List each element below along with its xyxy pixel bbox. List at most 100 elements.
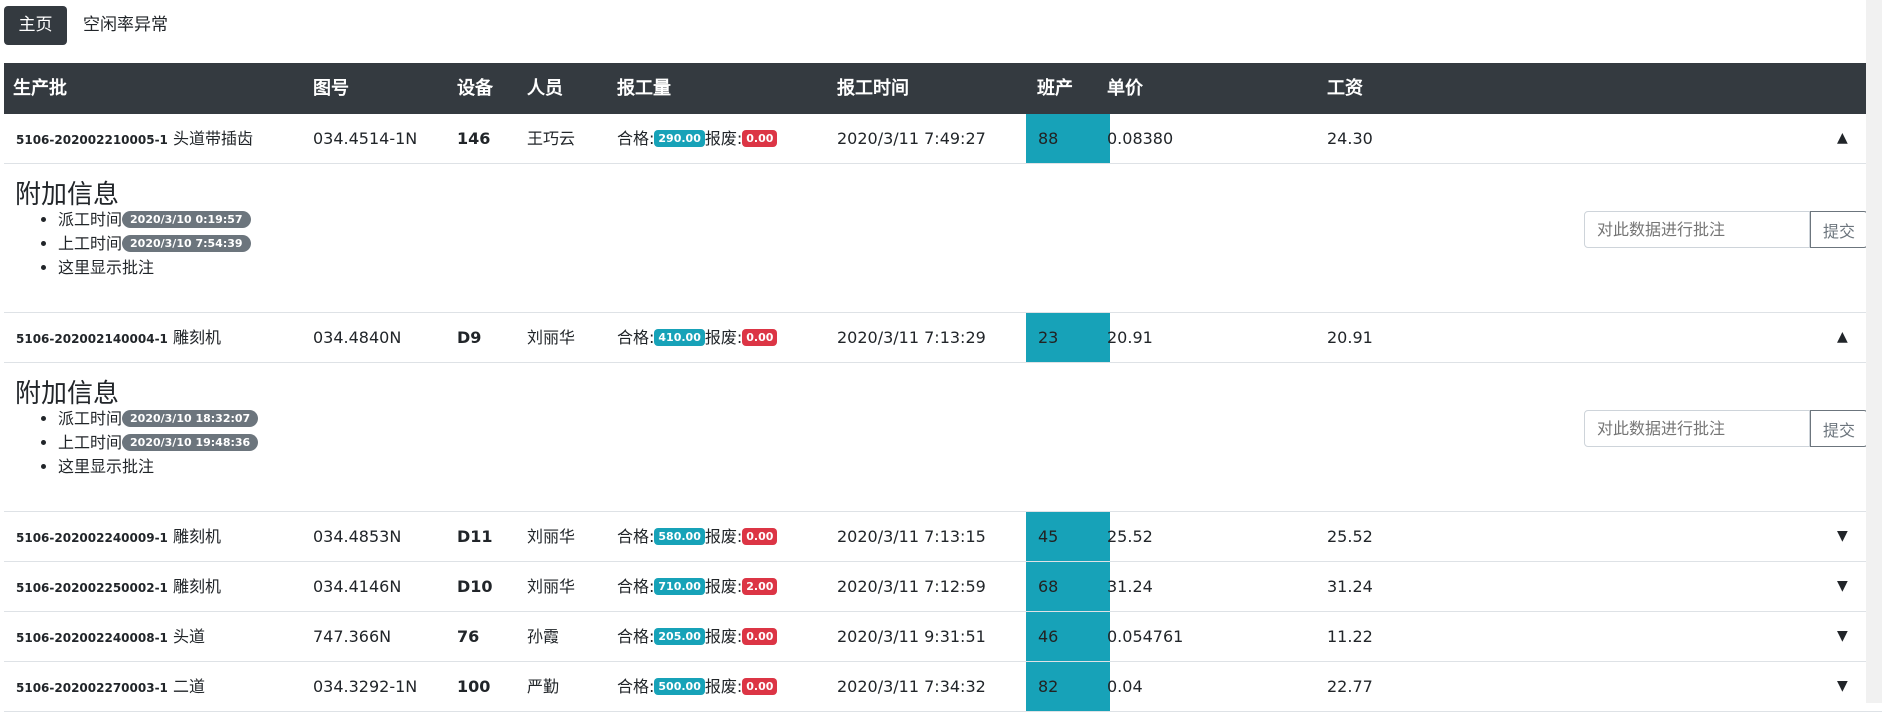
dispatch-time-item: 派工时间2020/3/10 0:19:57 bbox=[58, 208, 251, 232]
time-cell: 2020/3/11 7:34:32 bbox=[837, 677, 986, 696]
qualified-label: 合格: bbox=[617, 527, 655, 546]
nav-home-tab[interactable]: 主页 bbox=[4, 6, 67, 45]
drawing-cell: 034.3292-1N bbox=[313, 677, 418, 696]
start-time-badge: 2020/3/10 7:54:39 bbox=[122, 235, 251, 252]
header-device: 设备 bbox=[457, 78, 493, 99]
header-drawing: 图号 bbox=[313, 78, 349, 99]
quantity-cell: 合格: 580.00 报废: 0.00 bbox=[617, 512, 778, 561]
dispatch-time-badge: 2020/3/10 0:19:57 bbox=[122, 211, 251, 228]
batch-cell: 5106-202002140004-1 雕刻机 bbox=[16, 313, 221, 364]
table-row[interactable]: 5106-202002240009-1 雕刻机 034.4853N D11 刘丽… bbox=[4, 512, 1882, 562]
price-cell: 0.08380 bbox=[1107, 129, 1174, 148]
caret-down-icon[interactable]: ▼ bbox=[1837, 612, 1848, 661]
detail-title: 附加信息 bbox=[15, 180, 120, 210]
table-row[interactable]: 5106-202002210005-1 头道带插齿 034.4514-1N 14… bbox=[4, 114, 1882, 164]
table-row[interactable]: 5106-202002250002-1 雕刻机 034.4146N D10 刘丽… bbox=[4, 562, 1882, 612]
person-cell: 刘丽华 bbox=[527, 328, 576, 347]
qualified-label: 合格: bbox=[617, 328, 655, 347]
start-time-badge: 2020/3/10 19:48:36 bbox=[122, 434, 259, 451]
scrap-badge: 0.00 bbox=[742, 528, 778, 545]
detail-title: 附加信息 bbox=[15, 379, 120, 409]
comment-input[interactable] bbox=[1584, 410, 1810, 447]
table-row[interactable]: 5106-202002140004-1 雕刻机 034.4840N D9 刘丽华… bbox=[4, 313, 1882, 363]
qualified-label: 合格: bbox=[617, 677, 655, 696]
caret-down-icon[interactable]: ▼ bbox=[1837, 562, 1848, 611]
drawing-cell: 034.4514-1N bbox=[313, 129, 418, 148]
header-person: 人员 bbox=[527, 78, 563, 99]
time-cell: 2020/3/11 7:49:27 bbox=[837, 129, 986, 148]
detail-panel: 附加信息 派工时间2020/3/10 18:32:07 上工时间2020/3/1… bbox=[4, 363, 1882, 512]
process-name: 头道带插齿 bbox=[173, 129, 254, 148]
dispatch-time-badge: 2020/3/10 18:32:07 bbox=[122, 410, 259, 427]
wage-cell: 20.91 bbox=[1327, 328, 1373, 347]
work-report-table: 生产批 图号 设备 人员 报工量 报工时间 班产 单价 工资 5106-2020… bbox=[4, 63, 1882, 712]
caret-up-icon[interactable]: ▲ bbox=[1837, 313, 1848, 362]
header-quantity: 报工量 bbox=[617, 78, 671, 99]
scrap-label: 报废: bbox=[704, 129, 743, 148]
person-cell: 孙霞 bbox=[527, 627, 560, 646]
comment-input[interactable] bbox=[1584, 211, 1810, 248]
shift-cell: 88 bbox=[1026, 114, 1110, 163]
person-cell: 严勤 bbox=[527, 677, 560, 696]
caret-up-icon[interactable]: ▲ bbox=[1837, 114, 1848, 163]
dispatch-time-label: 派工时间 bbox=[58, 409, 123, 428]
batch-cell: 5106-202002210005-1 头道带插齿 bbox=[16, 114, 253, 165]
device-cell: 100 bbox=[457, 677, 491, 696]
process-name: 头道 bbox=[173, 627, 206, 646]
device-cell: D10 bbox=[457, 577, 493, 596]
time-cell: 2020/3/11 9:31:51 bbox=[837, 627, 986, 646]
table-body: 5106-202002210005-1 头道带插齿 034.4514-1N 14… bbox=[4, 114, 1882, 712]
device-cell: D9 bbox=[457, 328, 482, 347]
person-cell: 刘丽华 bbox=[527, 527, 576, 546]
wage-cell: 31.24 bbox=[1327, 577, 1373, 596]
scrollbar[interactable] bbox=[1866, 0, 1882, 703]
table-header: 生产批 图号 设备 人员 报工量 报工时间 班产 单价 工资 bbox=[4, 63, 1882, 114]
price-cell: 0.04 bbox=[1107, 677, 1143, 696]
detail-panel: 附加信息 派工时间2020/3/10 0:19:57 上工时间2020/3/10… bbox=[4, 164, 1882, 313]
batch-cell: 5106-202002270003-1 二道 bbox=[16, 662, 205, 713]
scrap-label: 报废: bbox=[704, 627, 743, 646]
table-row[interactable]: 5106-202002240008-1 头道 747.366N 76 孙霞 合格… bbox=[4, 612, 1882, 662]
caret-down-icon[interactable]: ▼ bbox=[1837, 662, 1848, 711]
nav-idle-tab[interactable]: 空闲率异常 bbox=[83, 6, 168, 45]
shift-cell: 82 bbox=[1026, 662, 1110, 711]
price-cell: 20.91 bbox=[1107, 328, 1153, 347]
wage-cell: 24.30 bbox=[1327, 129, 1373, 148]
qualified-badge: 580.00 bbox=[654, 528, 705, 545]
wage-cell: 25.52 bbox=[1327, 527, 1373, 546]
submit-button[interactable]: 提交 bbox=[1810, 410, 1868, 447]
table-row[interactable]: 5106-202002270003-1 二道 034.3292-1N 100 严… bbox=[4, 662, 1882, 712]
quantity-cell: 合格: 205.00 报废: 0.00 bbox=[617, 612, 778, 661]
header-price: 单价 bbox=[1107, 78, 1143, 99]
scrap-label: 报废: bbox=[704, 577, 743, 596]
drawing-cell: 034.4840N bbox=[313, 328, 402, 347]
scrap-label: 报废: bbox=[704, 328, 743, 347]
qualified-label: 合格: bbox=[617, 577, 655, 596]
time-cell: 2020/3/11 7:13:15 bbox=[837, 527, 986, 546]
price-cell: 0.054761 bbox=[1107, 627, 1184, 646]
dispatch-time-label: 派工时间 bbox=[58, 210, 123, 229]
header-wage: 工资 bbox=[1327, 78, 1363, 99]
start-time-label: 上工时间 bbox=[58, 234, 123, 253]
qualified-badge: 290.00 bbox=[654, 130, 705, 147]
process-name: 雕刻机 bbox=[173, 577, 222, 596]
batch-cell: 5106-202002250002-1 雕刻机 bbox=[16, 562, 221, 613]
process-name: 雕刻机 bbox=[173, 328, 222, 347]
scrap-badge: 0.00 bbox=[742, 130, 778, 147]
header-time: 报工时间 bbox=[837, 78, 909, 99]
scrap-badge: 0.00 bbox=[742, 329, 778, 346]
quantity-cell: 合格: 410.00 报废: 0.00 bbox=[617, 313, 778, 362]
quantity-cell: 合格: 710.00 报废: 2.00 bbox=[617, 562, 778, 611]
note-item: 这里显示批注 bbox=[58, 455, 258, 479]
drawing-cell: 034.4853N bbox=[313, 527, 402, 546]
caret-down-icon[interactable]: ▼ bbox=[1837, 512, 1848, 561]
device-cell: 76 bbox=[457, 627, 480, 646]
submit-button[interactable]: 提交 bbox=[1810, 211, 1868, 248]
qualified-badge: 500.00 bbox=[654, 678, 705, 695]
scrap-label: 报废: bbox=[704, 527, 743, 546]
batch-cell: 5106-202002240009-1 雕刻机 bbox=[16, 512, 221, 563]
note-item: 这里显示批注 bbox=[58, 256, 251, 280]
start-time-item: 上工时间2020/3/10 19:48:36 bbox=[58, 431, 259, 455]
qualified-label: 合格: bbox=[617, 627, 655, 646]
wage-cell: 22.77 bbox=[1327, 677, 1373, 696]
